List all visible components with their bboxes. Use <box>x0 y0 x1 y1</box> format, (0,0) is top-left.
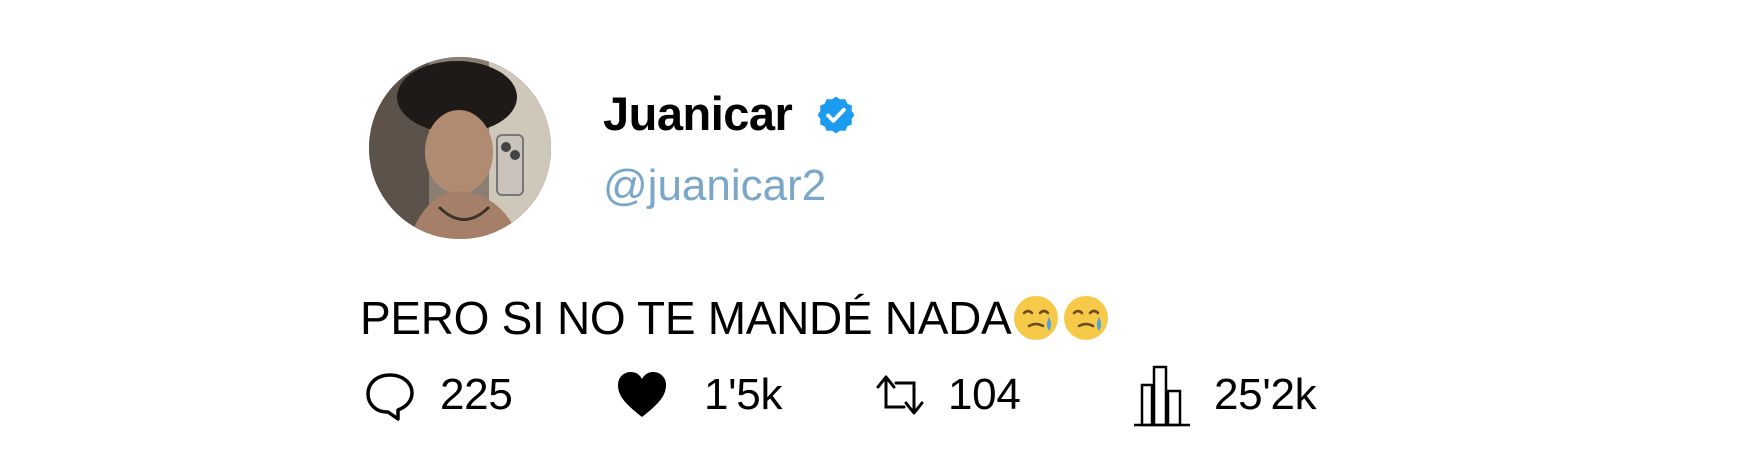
tweet-text: PERO SI NO TE MANDÉ NADA <box>360 290 1111 346</box>
user-handle[interactable]: @juanicar2 <box>603 160 826 212</box>
like-action[interactable]: 1'5k <box>614 365 782 425</box>
retweet-count: 104 <box>948 370 1021 419</box>
views-icon[interactable] <box>1132 363 1192 427</box>
verified-badge-icon <box>817 96 855 134</box>
heart-icon[interactable] <box>614 367 670 423</box>
avatar[interactable] <box>369 57 551 239</box>
views-action[interactable]: 25'2k <box>1132 363 1317 427</box>
retweet-action[interactable]: 104 <box>872 365 1021 425</box>
tweet-text-content: PERO SI NO TE MANDÉ NADA <box>360 292 1012 344</box>
reply-icon[interactable] <box>362 367 418 423</box>
face-holding-back-tears-icon <box>1064 296 1109 340</box>
retweet-icon[interactable] <box>872 367 928 423</box>
display-name[interactable]: Juanicar <box>603 86 793 142</box>
avatar-photo <box>369 57 551 239</box>
reply-action[interactable]: 225 <box>362 365 513 425</box>
views-count: 25'2k <box>1214 370 1317 419</box>
reply-count: 225 <box>440 370 513 419</box>
like-count: 1'5k <box>704 370 783 419</box>
face-holding-back-tears-icon <box>1014 296 1059 340</box>
